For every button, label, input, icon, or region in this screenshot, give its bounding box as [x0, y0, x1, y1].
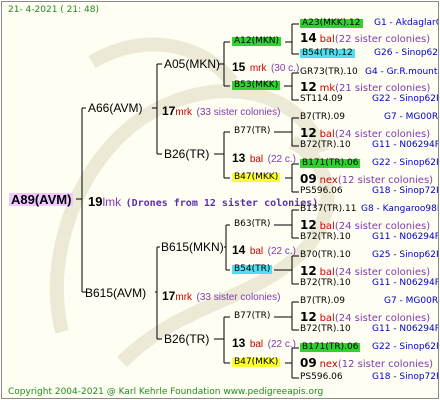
grandparent-info: 13 bal (22 c.) [232, 336, 296, 350]
great-grand-name[interactable]: B7(TR).09 [300, 113, 345, 122]
parent-queen-name[interactable]: A66(AVM) [88, 102, 142, 114]
generation-tag: G11 - N06294R [372, 140, 439, 150]
great-grand-drone-info: 14 bal(22 sister colonies) [300, 31, 431, 45]
grandparent-info: 13 bal (22 c.) [232, 151, 296, 165]
great-grand-name[interactable]: B72(TR).10 [300, 279, 351, 288]
great-grand-name[interactable]: B72(TR).10 [300, 141, 351, 150]
grandparent-name[interactable]: B615(MKN) [161, 241, 224, 253]
great-grand-name[interactable]: B171(TR).06 [300, 343, 361, 352]
grandparent-info: 14 bal (22 c.) [232, 243, 296, 257]
ancestor-name[interactable]: B77(TR) [234, 127, 270, 136]
grandparent-name[interactable]: B26(TR) [164, 148, 209, 160]
generation-tag: G26 - Sinop62R [374, 48, 439, 58]
root-mark: lmk [102, 195, 122, 209]
generation-tag: G7 - MG00R [384, 112, 439, 122]
great-grand-name[interactable]: PS596.06 [300, 373, 343, 382]
pedigree-chart: 21- 4-2021 ( 21: 48) Copyright 2004-2021… [1, 1, 439, 399]
copyright-footer: Copyright 2004-2021 @ Karl Kehrle Founda… [8, 387, 324, 397]
great-grand-name[interactable]: ST114.09 [300, 95, 343, 104]
great-grand-drone-info: 12 bal(24 sister colonies) [300, 218, 431, 232]
ancestor-name[interactable]: B47(MKK) [232, 173, 281, 182]
parent-drone-info: 17mrk (33 sister colonies) [162, 104, 281, 118]
great-grand-name[interactable]: B72(TR).10 [300, 325, 351, 334]
generation-tag: G22 - Sinop62R [372, 94, 439, 104]
great-grand-name[interactable]: B54(TR).12 [300, 49, 355, 58]
generation-tag: G11 - N06294R [372, 232, 439, 242]
great-grand-name[interactable]: PS596.06 [300, 187, 343, 196]
ancestor-name[interactable]: B53(MKK) [232, 81, 281, 90]
great-grand-name[interactable]: A23(MKK).12 [300, 19, 363, 28]
grandparent-name[interactable]: B26(TR) [164, 333, 209, 345]
parent-drone-queen-name[interactable]: B615(AVM) [85, 287, 146, 299]
great-grand-name[interactable]: B7(TR).09 [300, 297, 345, 306]
great-grand-name[interactable]: GR73(TR).10 [300, 68, 358, 77]
grandparent-name[interactable]: A05(MKN) [164, 58, 220, 70]
generation-tag: G1 - AkdaglarO [374, 18, 439, 28]
great-grand-name[interactable]: B70(TR).10 [300, 251, 351, 260]
generation-tag: G4 - Gr.R.mounta [365, 67, 439, 77]
generation-tag: G11 - N06294R [372, 278, 439, 288]
great-grand-name[interactable]: B137(TR).11 [300, 205, 356, 214]
root-drone-info: 19lmk (Drones from 12 sister colonies) [88, 194, 318, 210]
timestamp-header: 21- 4-2021 ( 21: 48) [8, 5, 99, 15]
ancestor-name[interactable]: B54(TR) [232, 265, 273, 274]
generation-tag: G18 - Sinop72R [372, 372, 439, 382]
generation-tag: G7 - MG00R [384, 296, 439, 306]
great-grand-drone-info: 12 bal(24 sister colonies) [300, 264, 431, 278]
root-note: (Drones from 12 sister colonies) [125, 198, 319, 209]
parent-drone-queen-info: 17mrk (33 sister colonies) [162, 289, 281, 303]
great-grand-drone-info: 09 nex(12 sister colonies) [300, 172, 434, 186]
root-count: 19 [88, 194, 103, 209]
great-grand-name[interactable]: B171(TR).06 [300, 159, 361, 168]
generation-tag: G18 - Sinop72R [372, 186, 439, 196]
generation-tag: G11 - N06294R [372, 324, 439, 334]
great-grand-drone-info: 09 nex(12 sister colonies) [300, 356, 434, 370]
grandparent-info: 15 mrk (30 c.) [232, 60, 300, 74]
generation-tag: G25 - Sinop62R [372, 250, 439, 260]
ancestor-name[interactable]: B77(TR) [234, 312, 270, 321]
ancestor-name[interactable]: A12(MKN) [232, 37, 282, 46]
generation-tag: G22 - Sinop62R [372, 342, 439, 352]
great-grand-name[interactable]: B72(TR).10 [300, 233, 351, 242]
root-queen-name[interactable]: A89(AVM) [9, 193, 74, 206]
great-grand-drone-info: 12 mk(21 sister colonies) [300, 80, 431, 94]
generation-tag: G8 - Kangaroo98R [361, 204, 439, 214]
great-grand-drone-info: 12 bal(24 sister colonies) [300, 126, 431, 140]
ancestor-name[interactable]: B63(TR) [234, 220, 270, 229]
generation-tag: G22 - Sinop62R [372, 158, 439, 168]
ancestor-name[interactable]: B47(MKK) [232, 358, 281, 367]
great-grand-drone-info: 12 bal(24 sister colonies) [300, 310, 431, 324]
